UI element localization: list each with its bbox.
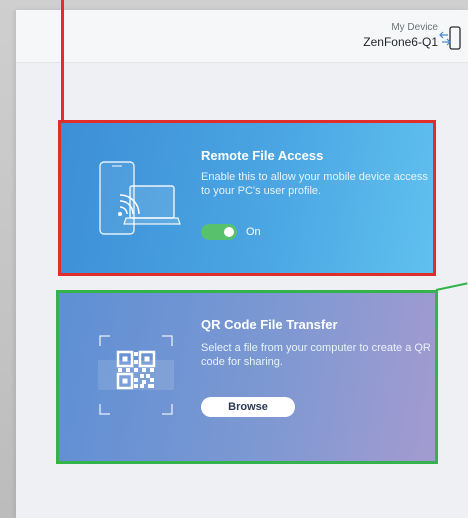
qr-transfer-title: QR Code File Transfer [201, 317, 338, 332]
remote-access-description: Enable this to allow your mobile device … [201, 171, 428, 197]
toggle-state-label: On [246, 226, 261, 238]
device-caption: My Device [391, 22, 438, 33]
qr-transfer-description: Select a file from your computer to crea… [201, 342, 431, 368]
phone-arrows-icon[interactable] [438, 26, 464, 54]
qr-code-transfer-card: QR Code File Transfer Select a file from… [58, 290, 436, 464]
annotation-red-line [61, 0, 64, 121]
device-info: My Device ZenFone6-Q1 [363, 22, 438, 50]
toggle-knob [224, 227, 234, 237]
remote-file-access-card: Remote File Access Enable this to allow … [58, 120, 436, 276]
remote-access-toggle[interactable] [201, 224, 237, 240]
qr-code-icon [98, 334, 174, 416]
top-bar: My Device ZenFone6-Q1 [16, 10, 468, 63]
device-name: ZenFone6-Q1 [363, 35, 438, 49]
browse-button[interactable]: Browse [201, 397, 295, 417]
remote-access-title: Remote File Access [201, 148, 324, 163]
phone-laptop-wireless-icon [96, 160, 182, 238]
